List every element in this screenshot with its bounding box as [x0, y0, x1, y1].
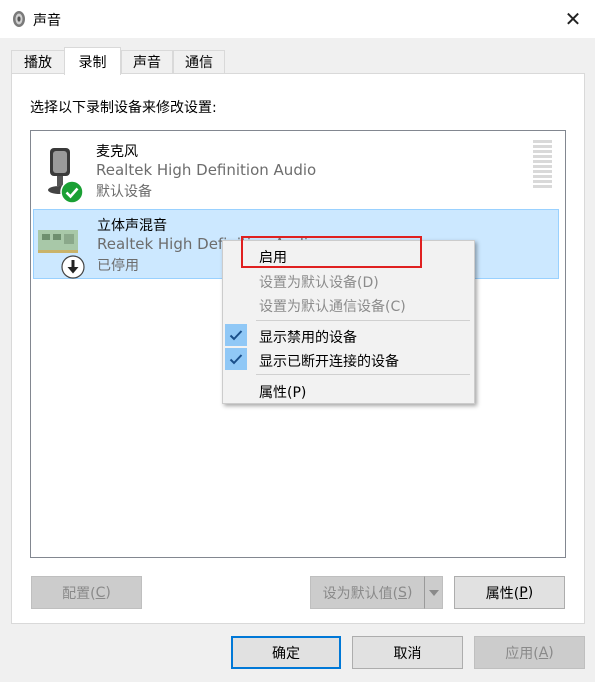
menu-item-properties[interactable]: 属性(P)	[259, 382, 306, 402]
tab-sounds[interactable]: 声音	[121, 50, 173, 73]
title-bar: 声音 ✕	[0, 0, 595, 38]
set-default-dropdown[interactable]	[424, 576, 443, 609]
cancel-button[interactable]: 取消	[352, 636, 463, 669]
device-driver: Realtek High Definition Audio	[96, 161, 317, 179]
device-status: 已停用	[97, 258, 139, 274]
ok-button[interactable]: 确定	[231, 636, 341, 669]
device-status: 默认设备	[96, 184, 152, 200]
close-icon: ✕	[564, 7, 582, 31]
speaker-app-icon	[13, 11, 25, 27]
menu-item-show-disabled[interactable]: 显示禁用的设备	[259, 327, 357, 347]
tab-recording[interactable]: 录制	[64, 47, 121, 75]
properties-button[interactable]: 属性(P)	[454, 576, 565, 609]
device-name: 立体声混音	[97, 218, 167, 234]
level-meter	[533, 140, 552, 188]
menu-item-set-default[interactable]: 设置为默认设备(D)	[259, 272, 379, 292]
tab-label: 播放	[24, 55, 52, 71]
disabled-down-arrow-icon	[61, 255, 85, 279]
device-item-microphone[interactable]: 麦克风 Realtek High Definition Audio 默认设备	[33, 136, 559, 204]
tab-communications[interactable]: 通信	[173, 50, 225, 73]
configure-button[interactable]: 配置(C)	[31, 576, 142, 609]
menu-separator	[256, 320, 470, 321]
annotation-highlight-box	[241, 236, 422, 268]
instruction-text: 选择以下录制设备来修改设置:	[30, 100, 217, 116]
close-button[interactable]: ✕	[552, 0, 594, 38]
set-default-button[interactable]: 设为默认值(S)	[310, 576, 425, 609]
sound-card-icon	[38, 230, 78, 253]
check-icon	[225, 348, 247, 370]
tab-label: 通信	[185, 55, 213, 71]
menu-separator	[256, 374, 470, 375]
tab-label: 录制	[78, 54, 107, 71]
tab-playback[interactable]: 播放	[11, 50, 65, 73]
chevron-down-icon	[428, 589, 439, 596]
tab-label: 声音	[133, 55, 161, 71]
menu-item-show-disconnected[interactable]: 显示已断开连接的设备	[259, 351, 399, 371]
default-check-icon	[60, 180, 84, 204]
window-title: 声音	[33, 13, 61, 29]
device-name: 麦克风	[96, 144, 138, 160]
menu-item-set-default-communication[interactable]: 设置为默认通信设备(C)	[259, 296, 406, 316]
check-icon	[225, 324, 247, 346]
apply-button[interactable]: 应用(A)	[474, 636, 585, 669]
